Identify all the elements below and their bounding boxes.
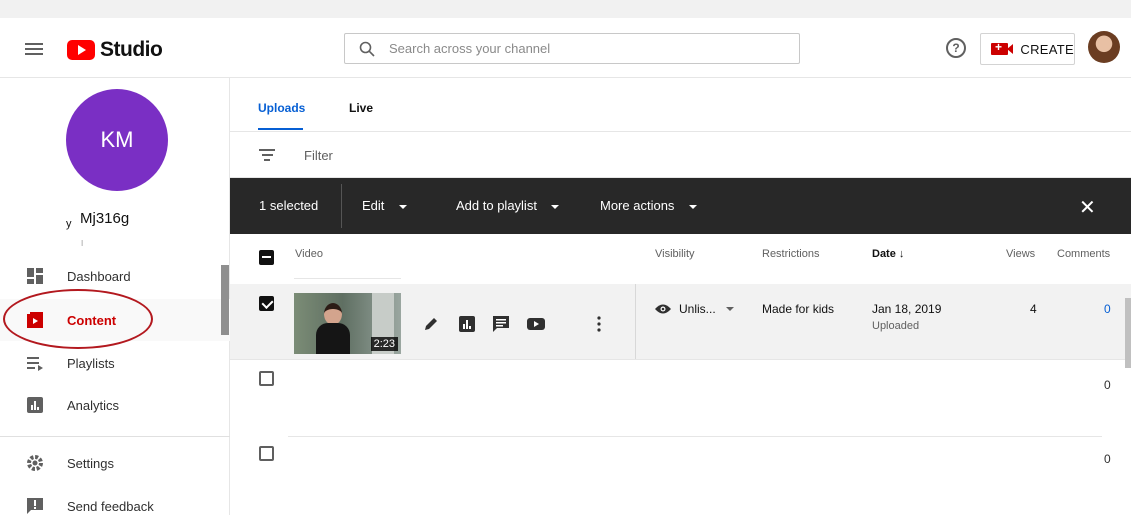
date-value: Jan 18, 2019 — [872, 302, 942, 316]
highlight-annotation — [3, 289, 153, 349]
top-app-bar: Studio ? CREATE — [0, 18, 1131, 78]
date-status: Uploaded — [872, 320, 920, 332]
column-header-date[interactable]: Date ↓ — [872, 248, 904, 260]
filter-icon[interactable] — [259, 149, 275, 161]
comments-value[interactable]: 0 — [1104, 302, 1111, 316]
analytics-icon[interactable] — [459, 316, 475, 332]
help-icon[interactable]: ? — [946, 38, 966, 58]
sidebar-item-dashboard[interactable]: Dashboard — [0, 255, 230, 297]
youtube-play-icon — [67, 40, 95, 60]
row-divider — [288, 436, 1102, 437]
search-input[interactable] — [389, 41, 769, 56]
sidebar-item-playlists[interactable]: Playlists — [0, 342, 230, 384]
tab-uploads[interactable]: Uploads — [258, 101, 305, 115]
playlists-icon — [27, 357, 43, 371]
active-tab-indicator — [258, 128, 303, 130]
edit-dropdown[interactable]: Edit — [362, 198, 407, 213]
edit-label: Edit — [362, 198, 385, 213]
content-main: Uploads Live Filter 1 selected Edit Add … — [230, 78, 1131, 515]
dashboard-icon — [27, 268, 43, 284]
select-all-checkbox[interactable] — [259, 250, 274, 265]
filter-input[interactable]: Filter — [304, 148, 333, 163]
date-header-label: Date — [872, 248, 896, 260]
youtube-icon[interactable] — [527, 316, 545, 332]
column-header-visibility[interactable]: Visibility — [655, 248, 695, 260]
chevron-down-icon[interactable] — [726, 307, 734, 311]
row-checkbox[interactable] — [259, 371, 274, 386]
channel-initials: KM — [100, 127, 134, 152]
visibility-dropdown[interactable] — [655, 302, 671, 320]
logo-text: Studio — [100, 38, 163, 61]
restrictions-value: Made for kids — [762, 302, 835, 316]
sidebar-item-send-feedback[interactable]: Send feedback — [0, 485, 230, 515]
channel-name: Mj316g — [80, 210, 130, 227]
video-duration: 2:23 — [370, 337, 398, 351]
sidebar-item-label: Dashboard — [67, 268, 131, 284]
chevron-down-icon — [688, 204, 697, 209]
sidebar-divider — [0, 436, 230, 437]
column-header-comments[interactable]: Comments — [1057, 248, 1110, 260]
more-actions-dropdown[interactable]: More actions — [600, 198, 697, 213]
analytics-icon — [27, 397, 43, 413]
row-divider — [294, 278, 401, 279]
channel-avatar[interactable]: KM — [66, 89, 168, 191]
create-button[interactable]: CREATE — [980, 33, 1075, 65]
tab-live[interactable]: Live — [349, 101, 373, 115]
add-to-playlist-label: Add to playlist — [456, 198, 537, 213]
views-value: 4 — [1030, 302, 1037, 316]
sidebar-scrollbar[interactable] — [221, 265, 229, 335]
close-icon[interactable]: ✕ — [1079, 195, 1096, 220]
action-bar-divider — [341, 184, 342, 228]
eye-icon — [655, 304, 671, 314]
menu-icon[interactable] — [25, 43, 43, 55]
add-to-playlist-dropdown[interactable]: Add to playlist — [456, 198, 560, 213]
create-video-icon — [991, 40, 1014, 55]
chevron-down-icon — [551, 204, 560, 209]
sidebar-item-label: Analytics — [67, 397, 120, 413]
sidebar-item-label: Playlists — [67, 355, 115, 371]
create-label: CREATE — [1020, 41, 1074, 57]
sidebar-item-label: Send feedback — [67, 498, 154, 514]
browser-top-strip — [0, 0, 1131, 18]
video-thumbnail[interactable]: 2:23 — [294, 293, 401, 354]
more-actions-label: More actions — [600, 198, 675, 213]
thumbnail-person — [316, 303, 350, 354]
row-divider — [230, 359, 1131, 360]
tabs-divider — [230, 131, 1131, 132]
column-header-restrictions[interactable]: Restrictions — [762, 248, 819, 260]
search-icon[interactable] — [345, 41, 389, 57]
settings-icon — [27, 455, 43, 471]
comments-value: 0 — [1104, 452, 1111, 466]
visibility-value[interactable]: Unlis... — [679, 302, 716, 316]
sidebar-item-analytics[interactable]: Analytics — [0, 384, 230, 426]
selection-action-bar: 1 selected Edit Add to playlist More act… — [230, 178, 1131, 234]
sidebar-item-settings[interactable]: Settings — [0, 442, 230, 484]
sort-arrow-icon: ↓ — [898, 248, 905, 260]
feedback-icon — [27, 498, 43, 514]
chevron-down-icon — [398, 204, 407, 209]
sidebar-item-label: Settings — [67, 455, 114, 471]
column-header-video: Video — [295, 248, 323, 260]
account-avatar[interactable] — [1088, 31, 1120, 63]
main-scrollbar[interactable] — [1125, 298, 1131, 368]
channel-name-tick: I — [81, 239, 84, 248]
row-checkbox[interactable] — [259, 446, 274, 461]
edit-pencil-icon[interactable] — [423, 316, 439, 332]
column-divider — [635, 284, 636, 359]
studio-logo[interactable]: Studio — [67, 38, 163, 62]
search-box[interactable] — [344, 33, 800, 64]
row-checkbox[interactable] — [259, 296, 274, 311]
comments-value: 0 — [1104, 378, 1111, 392]
comments-icon[interactable] — [493, 316, 509, 332]
column-header-views[interactable]: Views — [1006, 248, 1035, 260]
selected-count: 1 selected — [259, 198, 319, 213]
more-options-icon[interactable] — [596, 316, 602, 332]
channel-name-lead: y — [66, 218, 72, 230]
